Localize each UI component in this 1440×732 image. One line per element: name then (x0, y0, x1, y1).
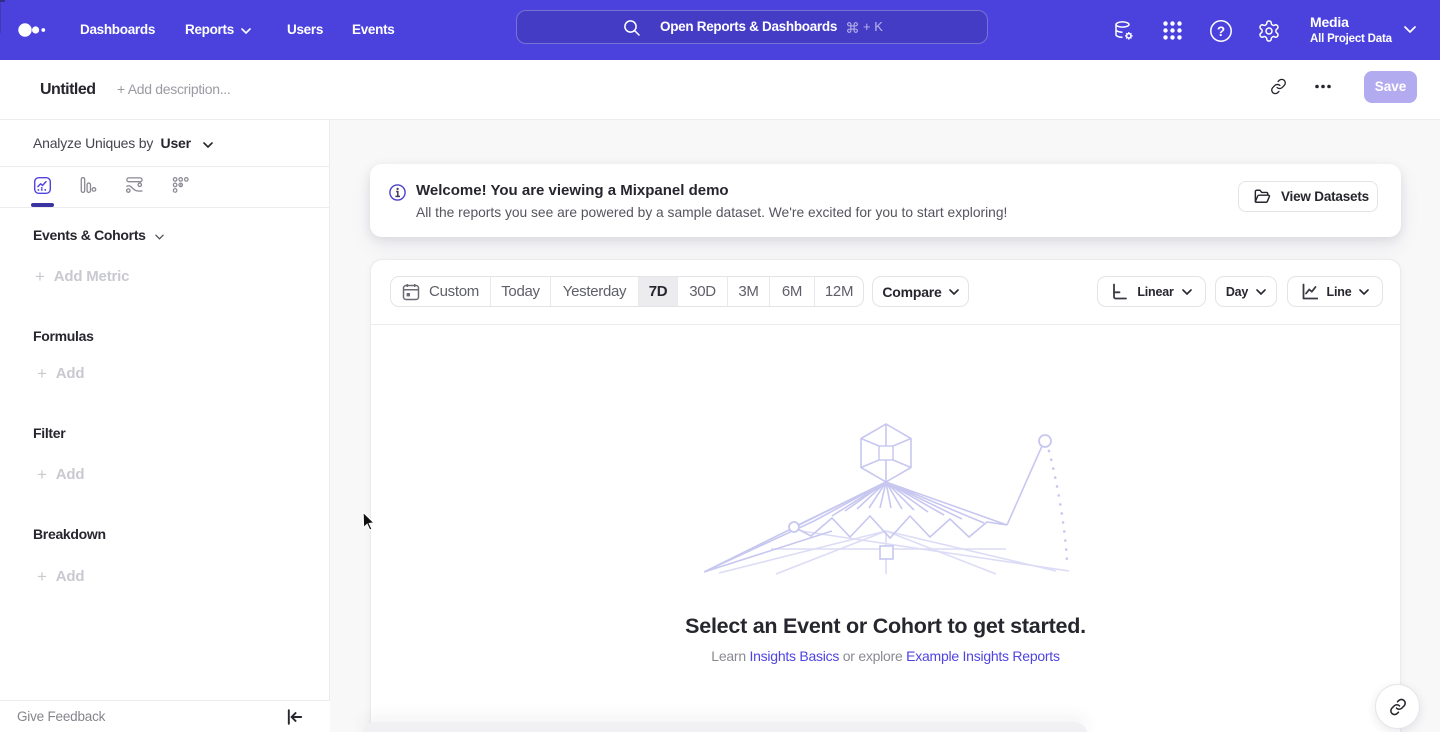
svg-text:?: ? (1217, 24, 1225, 39)
